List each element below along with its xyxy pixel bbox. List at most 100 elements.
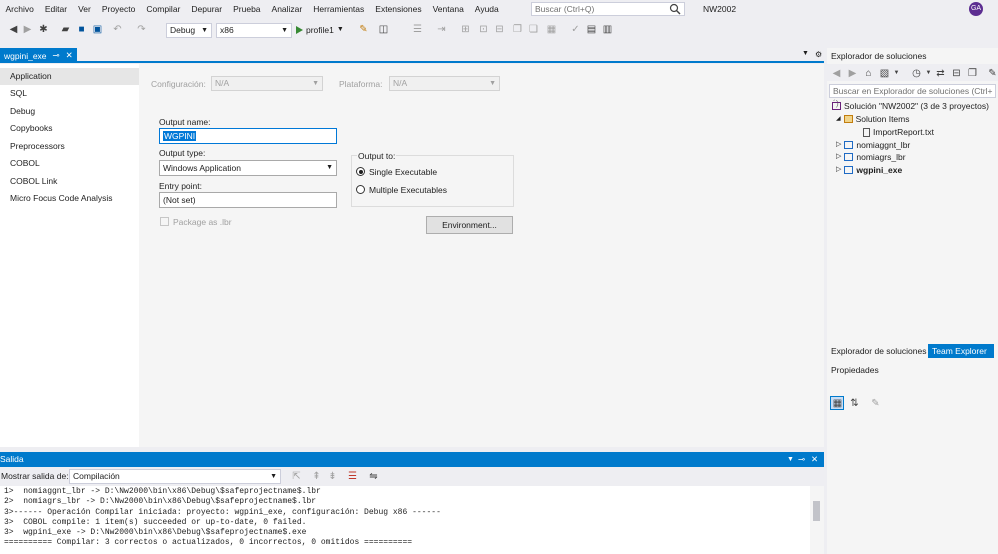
- wrench-icon[interactable]: ✓: [570, 24, 581, 35]
- show-all-files-icon[interactable]: ❐: [967, 68, 978, 79]
- menu-depurar[interactable]: Depurar: [186, 0, 228, 18]
- start-debug-button[interactable]: profile1 ▼: [296, 20, 344, 40]
- pin-icon[interactable]: ⊸: [798, 452, 805, 467]
- tab-overflow-icon[interactable]: ▼: [802, 50, 809, 57]
- avatar[interactable]: GA: [969, 2, 983, 16]
- pending-changes-icon[interactable]: ◷: [911, 68, 922, 79]
- copy-icon[interactable]: ❐: [512, 24, 523, 35]
- package-label: Package as .lbr: [173, 217, 232, 227]
- chevron-down-icon[interactable]: ▼: [787, 452, 794, 467]
- environment-button[interactable]: Environment...: [426, 216, 513, 234]
- nav-item-preprocessors[interactable]: Preprocessors: [0, 138, 139, 155]
- bookmark-next-icon[interactable]: ⊟: [494, 24, 505, 35]
- platform-combo[interactable]: x86 ▼: [216, 23, 292, 38]
- format-icon[interactable]: ⊞: [460, 24, 471, 35]
- menu-proyecto[interactable]: Proyecto: [96, 0, 141, 18]
- grid-icon[interactable]: ▦: [546, 24, 557, 35]
- tree-item-nomiaggnt[interactable]: ▷ nomiaggnt_lbr: [836, 139, 910, 151]
- output-line: 3> COBOL compile: 1 item(s) succeeded or…: [4, 517, 307, 527]
- project1-label: nomiaggnt_lbr: [856, 140, 911, 150]
- nav-item-debug[interactable]: Debug: [0, 103, 139, 120]
- output-scroll-thumb[interactable]: [813, 501, 820, 521]
- nav-item-code-analysis[interactable]: Micro Focus Code Analysis: [0, 190, 139, 207]
- next-message-icon[interactable]: ⇟: [327, 471, 338, 482]
- indent-icon[interactable]: ⇥: [436, 24, 447, 35]
- nav-item-cobol-link[interactable]: COBOL Link: [0, 173, 139, 190]
- output-text[interactable]: 1> nomiaggnt_lbr -> D:\Nw2000\bin\x86\De…: [0, 486, 810, 554]
- output-type-select[interactable]: Windows Application ▼: [159, 160, 337, 176]
- output-source-value: Compilación: [73, 471, 120, 481]
- forward-icon[interactable]: ▶: [847, 68, 858, 79]
- previous-message-icon[interactable]: ⇞: [311, 471, 322, 482]
- home-icon[interactable]: ⌂: [863, 68, 874, 79]
- tree-item-nomiagrs[interactable]: ▷ nomiagrs_lbr: [836, 151, 906, 163]
- menu-ver[interactable]: Ver: [73, 0, 97, 18]
- clear-all-icon[interactable]: ☰: [347, 471, 358, 482]
- tools-icon[interactable]: ▤: [586, 24, 597, 35]
- alphabetical-icon[interactable]: ⇅: [849, 398, 860, 409]
- output-name-field[interactable]: WGPINI: [159, 128, 337, 144]
- output-source-select[interactable]: Compilación ▼: [69, 469, 281, 484]
- align-icon[interactable]: ☰: [412, 24, 423, 35]
- document-tab-strip: [0, 46, 824, 63]
- menu-analizar[interactable]: Analizar: [266, 0, 308, 18]
- save-icon[interactable]: ■: [76, 24, 87, 35]
- forward-icon[interactable]: ▶: [22, 24, 33, 35]
- tree-item-import-report[interactable]: ImportReport.txt: [863, 126, 934, 138]
- multiple-executables-label[interactable]: Multiple Executables: [369, 185, 447, 195]
- tree-item-solution-items[interactable]: ◢ Solution Items: [836, 113, 910, 125]
- tab-solution-explorer[interactable]: Explorador de soluciones: [827, 344, 927, 358]
- menu-archivo[interactable]: Archivo: [0, 0, 39, 18]
- nav-item-application[interactable]: Application: [0, 68, 139, 85]
- menu-editar[interactable]: Editar: [39, 0, 72, 18]
- chevron-down-icon[interactable]: ▼: [891, 68, 902, 79]
- sync-icon[interactable]: ⇄: [935, 68, 946, 79]
- menu-ventana[interactable]: Ventana: [427, 0, 469, 18]
- tree-item-solution[interactable]: Solución "NW2002" (3 de 3 proyectos): [832, 100, 989, 112]
- pin-icon[interactable]: ⊸: [53, 50, 60, 61]
- search-input[interactable]: Buscar (Ctrl+Q): [531, 2, 685, 16]
- tree-item-wgpini[interactable]: ▷ wgpini_exe: [836, 164, 902, 176]
- attach-icon[interactable]: ✎: [358, 24, 369, 35]
- categorized-button[interactable]: ▦: [830, 396, 844, 410]
- nav-item-cobol[interactable]: COBOL: [0, 155, 139, 172]
- menu-compilar[interactable]: Compilar: [141, 0, 186, 18]
- collapse-all-icon[interactable]: ⊟: [951, 68, 962, 79]
- close-icon[interactable]: ✕: [811, 452, 818, 467]
- save-all-icon[interactable]: ▣: [92, 24, 103, 35]
- bookmark-icon[interactable]: ⊡: [478, 24, 489, 35]
- open-folder-icon[interactable]: ▰: [60, 24, 71, 35]
- go-to-error-icon[interactable]: ⇱: [291, 471, 302, 482]
- screenshot-icon[interactable]: ◫: [378, 24, 389, 35]
- search-icon[interactable]: [669, 3, 681, 15]
- menu-ayuda[interactable]: Ayuda: [469, 0, 504, 18]
- chevron-down-icon[interactable]: ▼: [923, 68, 934, 79]
- solution-explorer-search[interactable]: Buscar en Explorador de soluciones (Ctrl…: [829, 84, 996, 108]
- menu-prueba[interactable]: Prueba: [228, 0, 266, 18]
- new-project-icon[interactable]: ✱: [38, 24, 49, 35]
- gear-icon[interactable]: ⚙: [815, 50, 822, 59]
- nav-item-sql[interactable]: SQL: [0, 85, 139, 102]
- multiple-executables-radio[interactable]: [356, 185, 365, 194]
- single-executable-label[interactable]: Single Executable: [369, 167, 437, 177]
- redo-icon[interactable]: ↷: [136, 24, 147, 35]
- single-executable-radio[interactable]: [356, 167, 365, 176]
- tab-wgpini-exe[interactable]: wgpini_exe ⊸ ✕: [0, 48, 77, 63]
- property-pages-icon[interactable]: ✎: [870, 398, 881, 409]
- nav-item-copybooks[interactable]: Copybooks: [0, 120, 139, 137]
- layout-icon[interactable]: ▥: [602, 24, 613, 35]
- configuration-select: N/A ▼: [211, 76, 323, 91]
- word-wrap-icon[interactable]: ⇋: [368, 471, 379, 482]
- back-icon[interactable]: ◀: [8, 24, 19, 35]
- paste-icon[interactable]: ❏: [528, 24, 539, 35]
- entry-point-field[interactable]: (Not set): [159, 192, 337, 208]
- back-icon[interactable]: ◀: [831, 68, 842, 79]
- properties-wrench-icon[interactable]: ✎: [987, 68, 998, 79]
- menu-herramientas[interactable]: Herramientas: [308, 0, 370, 18]
- configuration-combo[interactable]: Debug ▼: [166, 23, 212, 38]
- undo-icon[interactable]: ↶: [112, 24, 123, 35]
- switch-views-icon[interactable]: ▧: [879, 68, 890, 79]
- menu-extensiones[interactable]: Extensiones: [370, 0, 427, 18]
- close-icon[interactable]: ✕: [66, 50, 73, 61]
- tab-team-explorer[interactable]: Team Explorer: [928, 344, 994, 358]
